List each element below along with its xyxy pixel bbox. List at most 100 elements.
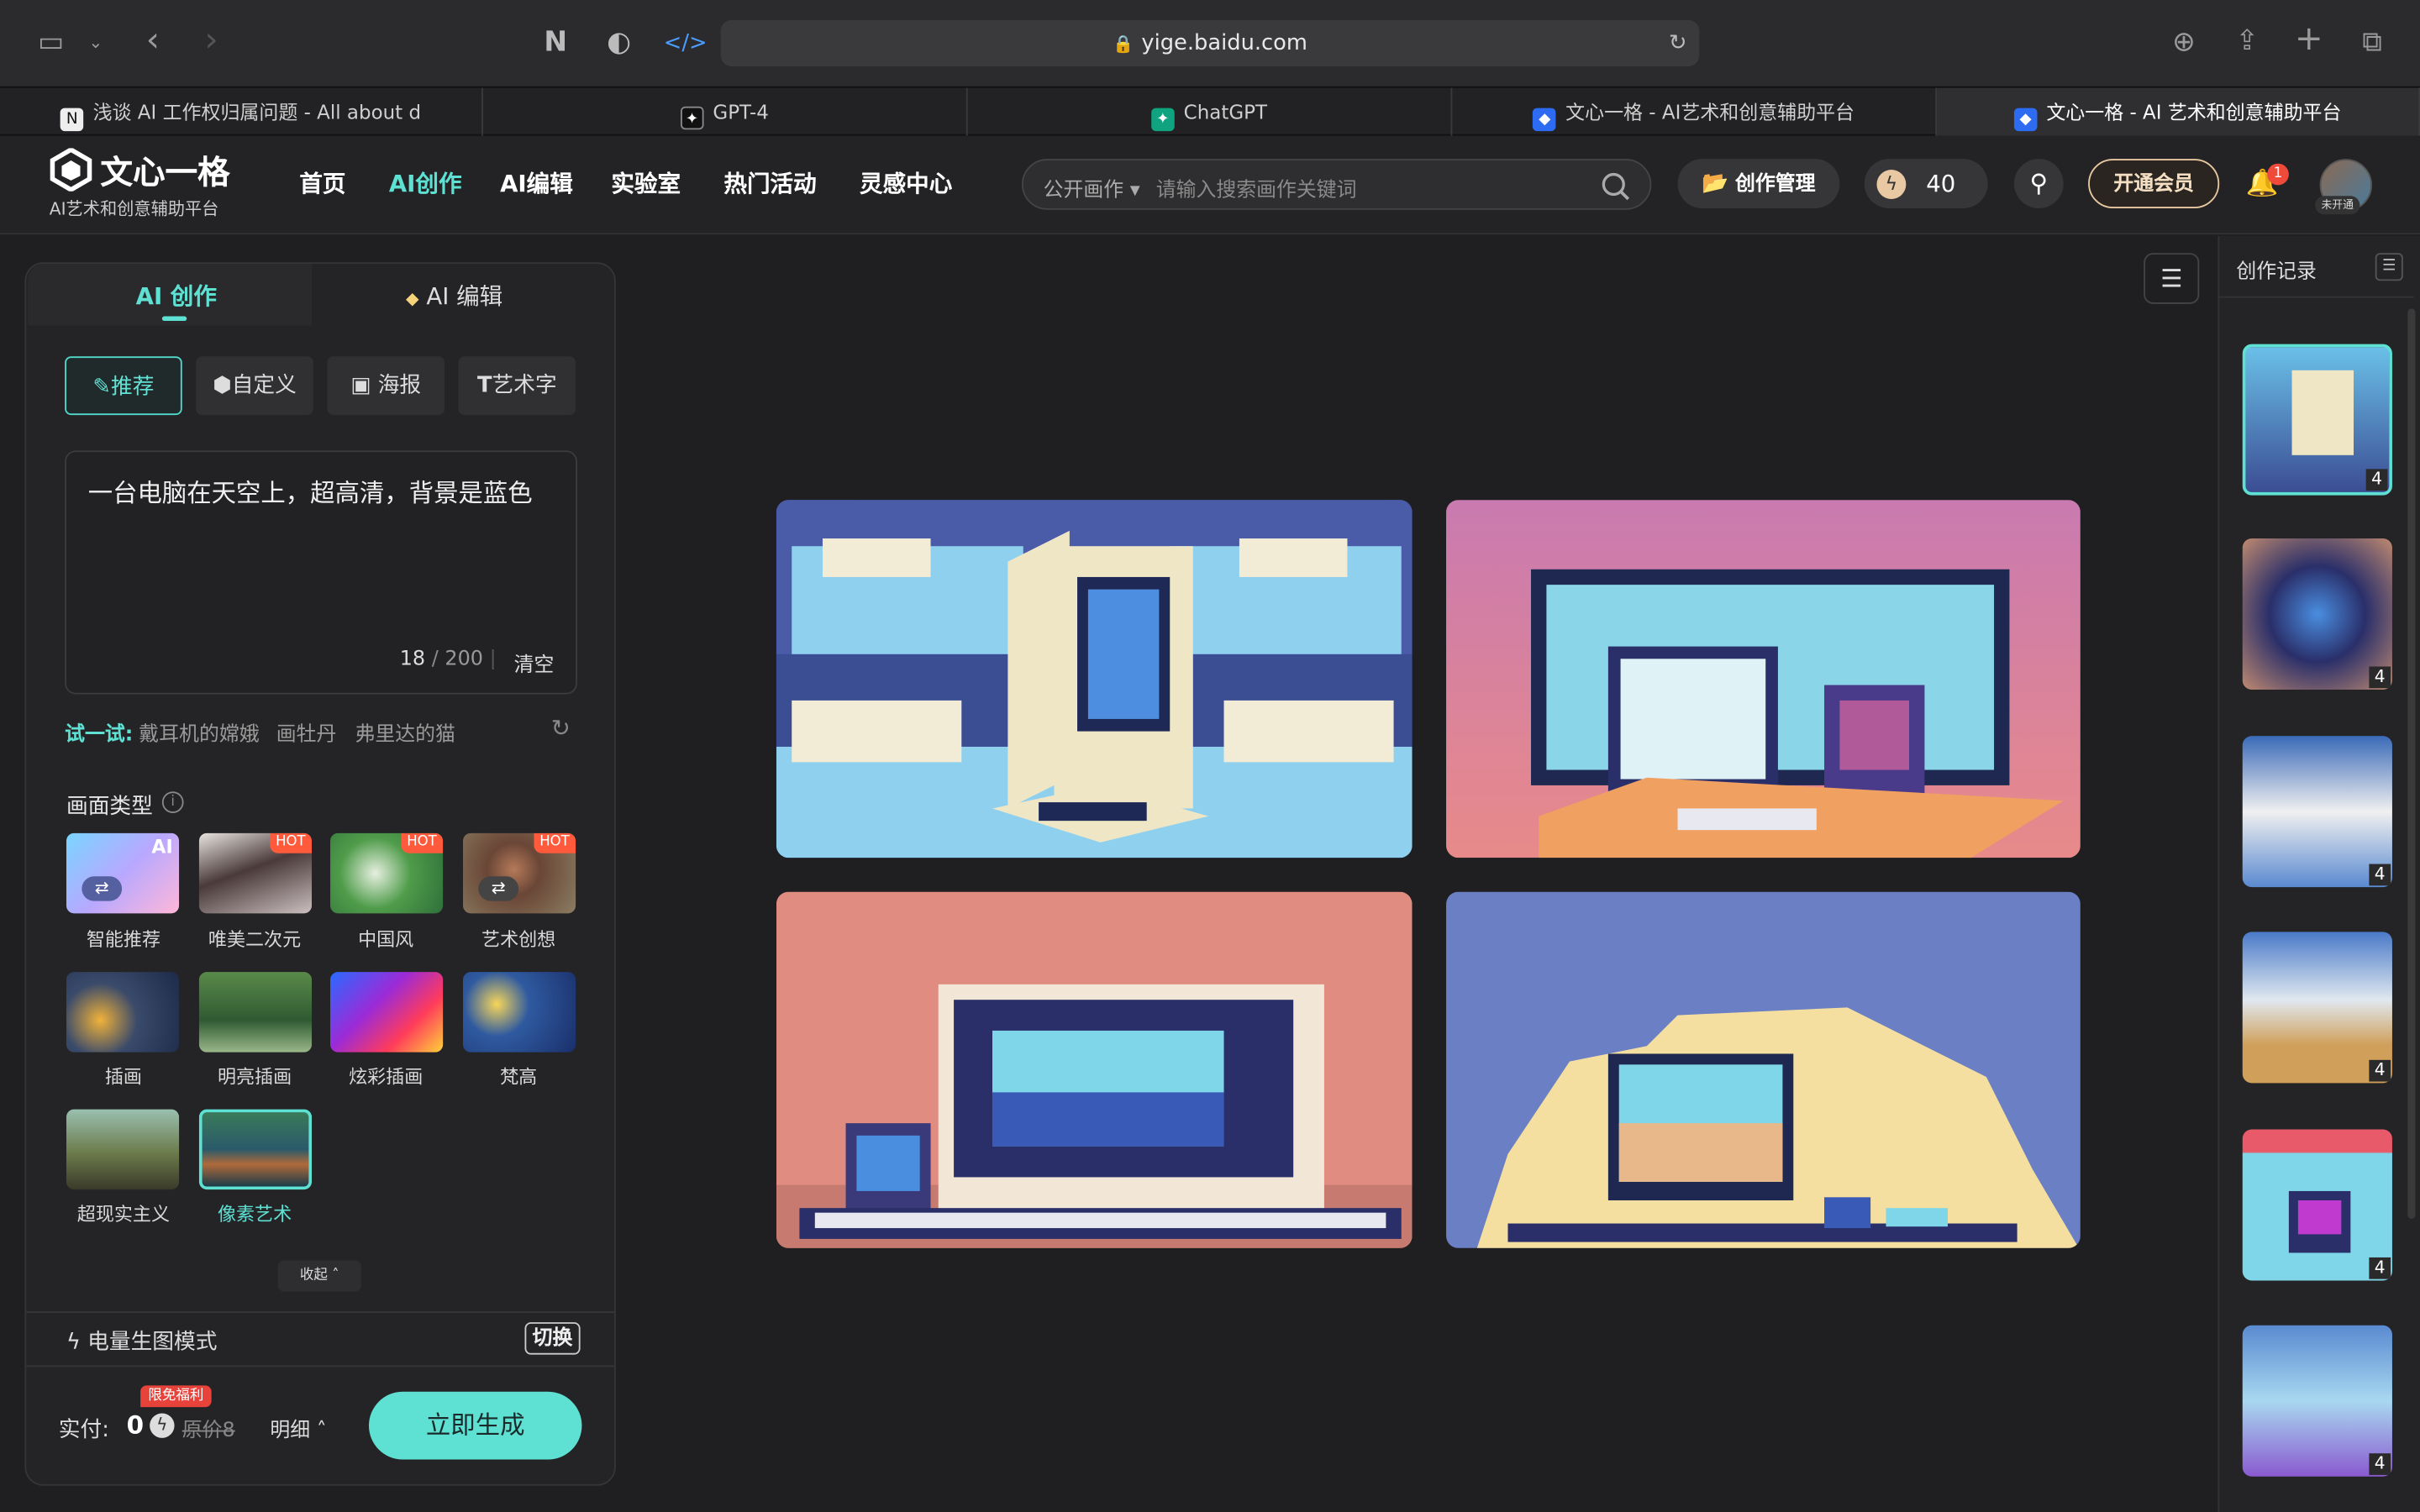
back-icon[interactable]: ‹	[136, 23, 170, 60]
search-box[interactable]: 公开画作 ▾ 请输入搜索画作关键词	[1021, 159, 1652, 210]
info-icon[interactable]: i	[161, 791, 184, 813]
style-chinese[interactable]: HOT	[330, 832, 444, 914]
search-icon[interactable]	[1601, 171, 1632, 202]
history-menu-icon[interactable]: ☰	[2375, 253, 2403, 281]
search-input[interactable]: 请输入搜索画作关键词	[1156, 173, 1357, 202]
new-tab-icon[interactable]: +	[2292, 21, 2326, 59]
style-colorful-illustration[interactable]	[330, 972, 444, 1053]
style-label: 智能推荐	[86, 928, 161, 951]
mode-recommend[interactable]: ✎推荐	[65, 356, 182, 416]
suggestion-2[interactable]: 画牡丹	[276, 717, 337, 747]
generated-image-1[interactable]	[776, 500, 1413, 858]
url-text: yige.baidu.com	[1141, 30, 1307, 56]
swap-icon: ⇄	[82, 876, 123, 901]
points-button[interactable]: ϟ 40	[1864, 159, 1988, 208]
generated-image-4[interactable]	[1446, 891, 2081, 1248]
notion-icon: N	[60, 108, 84, 132]
brush-icon: ✎	[92, 375, 111, 400]
shield-icon[interactable]: ◐	[602, 24, 635, 61]
clear-button[interactable]: 清空	[514, 648, 555, 678]
history-scrollbar[interactable]	[2407, 308, 2416, 1220]
vip-button[interactable]: 开通会员	[2088, 159, 2220, 208]
style-art-idea[interactable]: HOT ⇄	[463, 832, 576, 914]
list-view-icon[interactable]: ☰	[2144, 253, 2200, 304]
tab-yige-1[interactable]: ◆ 文心一格 - AI艺术和创意辅助平台	[1452, 87, 1938, 136]
style-van-gogh[interactable]	[463, 972, 576, 1053]
tab-overview-icon[interactable]: ⧉	[2355, 24, 2389, 61]
detail-button[interactable]: 明细 ˄	[270, 1413, 326, 1443]
suggestion-1[interactable]: 戴耳机的嫦娥	[139, 717, 259, 747]
tab-gpt4[interactable]: ✦ GPT-4	[483, 87, 968, 136]
style-label: 唯美二次元	[208, 928, 302, 951]
yige-icon: ◆	[2013, 108, 2038, 132]
mode-custom[interactable]: ⬢自定义	[196, 356, 313, 416]
nav-lab[interactable]: 实验室	[611, 166, 681, 199]
history-item-6[interactable]: 4	[2242, 1325, 2392, 1477]
style-anime[interactable]: HOT	[198, 832, 313, 914]
manage-button[interactable]: 📂 创作管理	[1677, 159, 1840, 208]
style-surrealism[interactable]	[66, 1109, 180, 1190]
address-bar[interactable]: 🔒 yige.baidu.com ↻	[720, 19, 1700, 66]
history-item-5[interactable]: 4	[2242, 1129, 2392, 1281]
collapse-label: 收起	[299, 1268, 328, 1284]
style-label: 炫彩插画	[349, 1066, 424, 1088]
nav-inspiration[interactable]: 灵感中心	[860, 166, 952, 199]
tab-ai-ownership[interactable]: N 浅谈 AI 工作权归属问题 - All about d	[0, 87, 483, 136]
code-icon[interactable]: </>	[664, 24, 708, 61]
tab-active-indicator	[161, 316, 187, 322]
nav-ai-edit[interactable]: AI编辑	[500, 166, 573, 199]
link-icon[interactable]: ⚲	[2013, 159, 2064, 208]
logo-text[interactable]: 文心一格	[100, 148, 229, 194]
tab-title: 文心一格 - AI艺术和创意辅助平台	[1565, 100, 1855, 123]
search-scope-label: 公开画作	[1043, 179, 1124, 202]
switch-button[interactable]: 切换	[524, 1322, 581, 1355]
tab-yige-active[interactable]: ◆ 文心一格 - AI 艺术和创意辅助平台	[1937, 87, 2420, 136]
style-badge: HOT	[533, 832, 576, 853]
mode-label: 推荐	[110, 375, 155, 400]
chevron-down-icon[interactable]: ⌄	[83, 24, 108, 61]
nav-events[interactable]: 热门活动	[723, 166, 816, 199]
collapse-button[interactable]: 收起 ˄	[277, 1260, 361, 1292]
style-bright-illustration[interactable]	[198, 972, 313, 1053]
history-item-4[interactable]: 4	[2242, 932, 2392, 1084]
share-icon[interactable]: ⇪	[2230, 24, 2264, 60]
style-illustration[interactable]	[66, 972, 180, 1053]
style-label: 梵高	[500, 1066, 538, 1088]
sidebar-toggle-icon[interactable]: ▭	[34, 24, 67, 61]
generate-button[interactable]: 立即生成	[368, 1391, 582, 1460]
download-icon[interactable]: ⊕	[2167, 24, 2201, 61]
nav-ai-create[interactable]: AI创作	[389, 166, 462, 199]
style-label: 艺术创想	[481, 928, 556, 951]
diamond-icon: ◆	[406, 288, 419, 309]
generated-image-3[interactable]	[776, 891, 1413, 1248]
history-count: 4	[2369, 666, 2391, 689]
style-badge: HOT	[400, 832, 444, 853]
prompt-input[interactable]: 一台电脑在天空上，超高清，背景是蓝色 18 / 200 | 清空	[65, 450, 577, 695]
reload-icon[interactable]: ↻	[1669, 20, 1687, 66]
suggestion-3[interactable]: 弗里达的猫	[355, 717, 455, 747]
notion-extension-icon[interactable]: N	[539, 24, 572, 61]
style-smart[interactable]: AI ⇄	[66, 832, 180, 914]
power-mode: ϟ 电量生图模式	[66, 1326, 217, 1357]
tab-ai-edit[interactable]: ◆ AI 编辑	[406, 279, 502, 312]
history-item-1[interactable]: 4	[2242, 344, 2392, 496]
history-item-3[interactable]: 4	[2242, 736, 2392, 888]
tab-chatgpt[interactable]: ✦ ChatGPT	[968, 87, 1453, 136]
mode-label: 艺术字	[492, 373, 557, 398]
prompt-text[interactable]: 一台电脑在天空上，超高清，背景是蓝色	[88, 474, 557, 514]
yige-icon: ◆	[1533, 108, 1557, 132]
mode-art-text[interactable]: T艺术字	[458, 356, 576, 416]
char-count: 18	[399, 648, 426, 671]
forward-icon[interactable]: ›	[194, 23, 228, 60]
openai-icon: ✦	[680, 106, 704, 130]
nav-home[interactable]: 首页	[299, 166, 345, 199]
mode-poster[interactable]: ▣ 海报	[327, 356, 445, 416]
yige-logo-icon[interactable]	[50, 146, 92, 193]
style-pixel-art[interactable]	[198, 1109, 313, 1190]
swap-icon: ⇄	[478, 876, 519, 901]
style-label: 超现实主义	[76, 1203, 171, 1226]
search-scope-select[interactable]: 公开画作 ▾	[1044, 173, 1140, 202]
generated-image-2[interactable]	[1446, 500, 2081, 858]
refresh-icon[interactable]: ↻	[551, 714, 571, 742]
history-item-2[interactable]: 4	[2242, 538, 2392, 690]
